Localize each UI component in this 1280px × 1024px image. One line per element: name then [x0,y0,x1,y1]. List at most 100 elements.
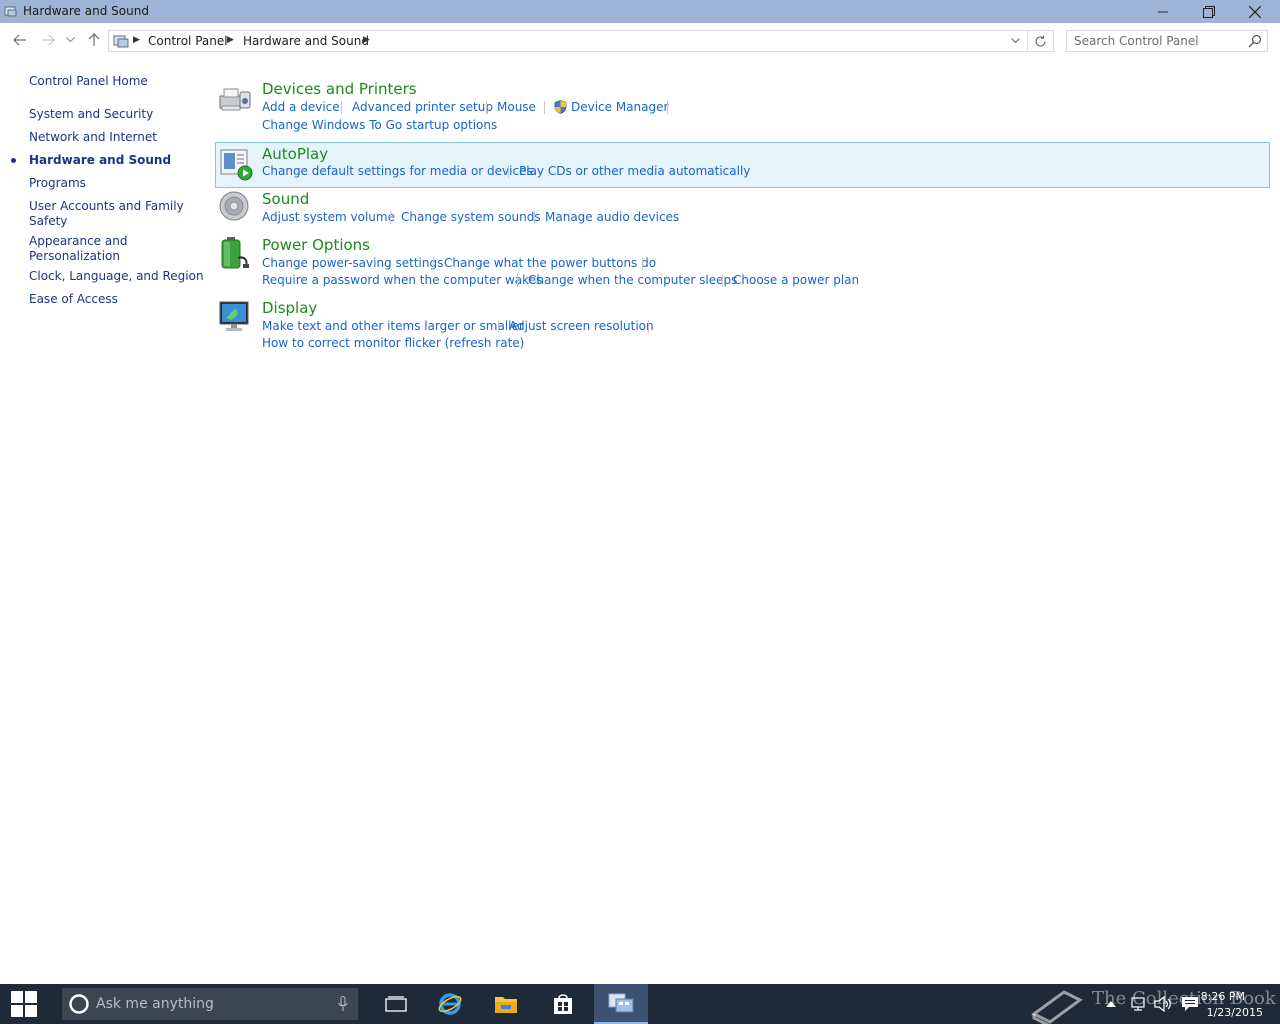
control-panel-icon [113,35,129,48]
device-manager-link[interactable]: Device Manager [571,100,668,114]
current-page-bullet [11,158,16,163]
folder-icon [495,997,517,1013]
adjust-volume-link[interactable]: Adjust system volume [262,210,395,224]
text-size-link[interactable]: Make text and other items larger or smal… [262,319,524,333]
close-button[interactable] [1232,0,1278,23]
task-separator [341,101,342,114]
breadcrumb-hardware-and-sound[interactable]: Hardware and Sound [243,34,369,48]
volume-tray-button[interactable] [1152,984,1174,1024]
task-view-button[interactable] [369,984,423,1024]
task-separator [517,274,518,287]
power-saving-settings-link[interactable]: Change power-saving settings [262,256,443,270]
chevron-right-icon[interactable]: ▶ [363,35,370,45]
search-input[interactable] [1067,31,1243,51]
taskbar: The Collection Book 8:26 PM 1/23/2015 [0,984,1280,1024]
arrow-up-icon [88,33,100,46]
computer-sleeps-link[interactable]: Change when the computer sleeps [528,273,737,287]
nav-system-and-security[interactable]: System and Security [29,107,153,122]
show-hidden-icons-button[interactable] [1102,984,1120,1024]
display-title[interactable]: Display [262,299,317,317]
devices-and-printers-title[interactable]: Devices and Printers [262,80,417,98]
store-icon [554,994,572,1014]
search-icon[interactable] [1248,34,1262,48]
file-explorer-button[interactable] [479,984,533,1024]
category-power-options: Power Options Change power-saving settin… [215,236,1270,292]
monitor-icon[interactable] [218,300,252,334]
control-panel-icon [4,6,17,17]
recent-locations-button[interactable] [62,31,78,49]
clock-date[interactable]: 1/23/2015 [1207,1006,1263,1019]
up-button[interactable] [84,31,104,49]
book-logo-icon [1031,990,1083,1024]
printer-icon[interactable] [218,82,252,116]
power-options-title[interactable]: Power Options [262,236,370,254]
manage-audio-devices-link[interactable]: Manage audio devices [545,210,679,224]
nav-appearance-line1[interactable]: Appearance and [29,234,127,249]
restore-button[interactable] [1186,0,1232,23]
advanced-printer-setup-link[interactable]: Advanced printer setup [352,100,493,114]
address-bar[interactable]: ▶ Control Panel ▶ Hardware and Sound ▶ [108,30,1054,52]
add-device-link[interactable]: Add a device [262,100,340,114]
task-separator [642,257,643,270]
task-separator [648,320,649,333]
nav-network-and-internet[interactable]: Network and Internet [29,130,157,145]
close-icon [1249,5,1261,18]
forward-button[interactable] [38,31,58,49]
nav-programs[interactable]: Programs [29,176,86,191]
monitor-flicker-link[interactable]: How to correct monitor flicker (refresh … [262,336,524,350]
choose-power-plan-link[interactable]: Choose a power plan [733,273,859,287]
autoplay-icon[interactable] [219,147,253,181]
chevron-right-icon[interactable]: ▶ [133,35,140,45]
task-separator [544,101,545,114]
autoplay-title[interactable]: AutoPlay [262,145,328,163]
refresh-button[interactable] [1027,31,1053,51]
microphone-icon[interactable] [338,996,348,1012]
battery-icon[interactable] [218,236,252,270]
category-sound: Sound Adjust system volume Change system… [215,190,1270,230]
cortana-icon [69,994,89,1014]
cortana-search-box[interactable] [62,988,358,1020]
cortana-search-input[interactable] [96,994,326,1014]
minimize-button[interactable] [1140,0,1186,23]
action-center-button[interactable] [1178,984,1202,1024]
store-button[interactable] [536,984,590,1024]
minimize-icon [1158,11,1168,12]
speaker-icon[interactable] [218,190,252,224]
mouse-link[interactable]: Mouse [497,100,536,114]
refresh-icon [1035,35,1046,47]
arrow-left-icon [13,34,26,46]
screen-resolution-link[interactable]: Adjust screen resolution [509,319,654,333]
address-dropdown-button[interactable] [1004,31,1026,51]
task-view-icon [385,996,407,1012]
nav-user-accounts-line2[interactable]: Safety [29,214,67,229]
nav-hardware-and-sound[interactable]: Hardware and Sound [29,153,171,168]
uac-shield-icon [554,100,567,114]
start-button[interactable] [0,984,48,1024]
nav-clock-language-region[interactable]: Clock, Language, and Region [29,269,204,284]
windows-logo-icon [11,991,37,1017]
internet-explorer-button[interactable] [423,984,477,1024]
nav-ease-of-access[interactable]: Ease of Access [29,292,118,307]
breadcrumb-control-panel[interactable]: Control Panel [148,34,228,48]
clock-time[interactable]: 8:26 PM [1201,990,1245,1003]
power-buttons-link[interactable]: Change what the power buttons do [444,256,656,270]
change-system-sounds-link[interactable]: Change system sounds [401,210,541,224]
task-separator [722,274,723,287]
change-default-media-link[interactable]: Change default settings for media or dev… [262,164,533,178]
nav-control-panel-home[interactable]: Control Panel Home [29,74,148,89]
search-box[interactable] [1066,30,1268,52]
title-bar: Hardware and Sound [0,0,1280,23]
nav-user-accounts-line1[interactable]: User Accounts and Family [29,199,184,214]
task-separator [433,257,434,270]
network-tray-button[interactable] [1126,984,1150,1024]
chevron-right-icon[interactable]: ▶ [227,35,234,45]
sound-title[interactable]: Sound [262,190,309,208]
control-panel-taskbar-button[interactable] [594,984,648,1024]
require-password-link[interactable]: Require a password when the computer wak… [262,273,542,287]
nav-appearance-line2[interactable]: Personalization [29,249,120,264]
category-devices-and-printers: Devices and Printers Add a device Advanc… [215,80,1270,136]
chevron-up-icon [1106,1001,1116,1007]
windows-to-go-link[interactable]: Change Windows To Go startup options [262,118,497,132]
back-button[interactable] [10,31,30,49]
play-cds-automatically-link[interactable]: Play CDs or other media automatically [519,164,750,178]
